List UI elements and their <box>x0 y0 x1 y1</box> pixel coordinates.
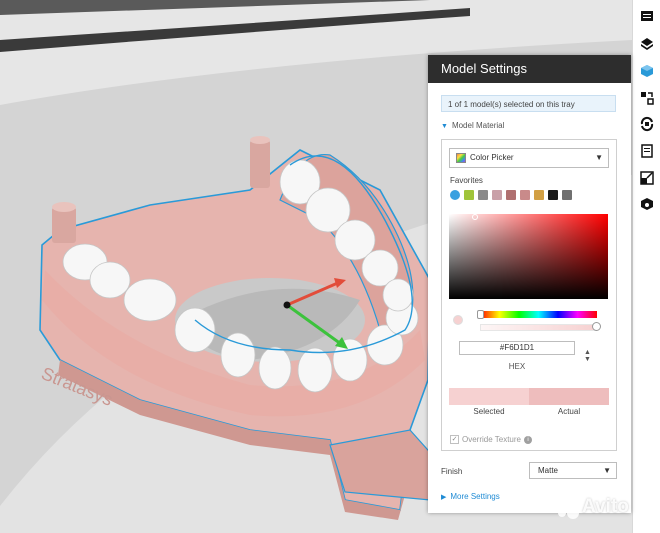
favorite-swatch[interactable] <box>548 190 558 200</box>
material-box: Color Picker ▼ Favorites #F6D1D1 HEX ▲▼ <box>441 139 617 451</box>
model-settings-panel: Model Settings 1 of 1 model(s) selected … <box>428 55 631 513</box>
layers-icon[interactable] <box>637 6 657 26</box>
caret-down-icon: ▼ <box>603 466 611 475</box>
override-texture-label: Override Texture <box>462 435 521 444</box>
rotate-icon[interactable] <box>637 114 657 134</box>
caret-down-icon: ▼ <box>595 153 603 162</box>
more-settings-link[interactable]: ▶ More Settings <box>441 492 500 501</box>
watermark-text: Avito <box>582 496 629 517</box>
favorite-swatch[interactable] <box>562 190 572 200</box>
actual-color-swatch <box>529 388 609 405</box>
favorite-swatch[interactable] <box>520 190 530 200</box>
color-picker-icon <box>456 153 466 163</box>
picker-cursor[interactable] <box>472 214 478 220</box>
chevron-right-icon: ▶ <box>441 494 447 501</box>
panel-title: Model Settings <box>428 55 631 83</box>
checkbox-icon[interactable]: ✓ <box>450 435 459 445</box>
more-settings-label: More Settings <box>450 492 500 501</box>
selected-label: Selected <box>473 407 505 416</box>
finish-label: Finish <box>441 467 463 476</box>
favorite-swatch[interactable] <box>464 190 474 200</box>
hue-slider-handle[interactable] <box>477 310 484 319</box>
saturation-value-picker[interactable] <box>449 214 608 299</box>
info-icon[interactable]: i <box>524 435 532 444</box>
avito-logo-icon <box>556 496 579 519</box>
alpha-slider-handle[interactable] <box>592 322 601 331</box>
notes-icon[interactable] <box>637 141 657 161</box>
favorite-swatch[interactable] <box>492 190 502 200</box>
hex-label: HEX <box>508 362 526 371</box>
color-mode-value: Color Picker <box>470 153 514 162</box>
format-toggle-icon[interactable]: ▲ ▼ <box>584 349 591 363</box>
section-label: Model Material <box>451 121 505 130</box>
finish-value: Matte <box>538 466 559 475</box>
right-toolbar <box>632 0 660 533</box>
tray-icon[interactable] <box>637 34 657 54</box>
favorite-swatch[interactable] <box>534 190 544 200</box>
alpha-slider[interactable] <box>480 324 597 331</box>
model-icon[interactable] <box>637 61 657 81</box>
hex-input[interactable]: #F6D1D1 <box>459 341 575 355</box>
color-mode-dropdown[interactable]: Color Picker ▼ <box>449 148 609 168</box>
selection-info: 1 of 1 model(s) selected on this tray <box>441 95 616 112</box>
color-compare: Selected Actual <box>449 388 609 416</box>
favorites-label: Favorites <box>450 176 483 185</box>
favorite-swatch[interactable] <box>506 190 516 200</box>
material-icon[interactable] <box>637 194 657 214</box>
color-preview-dot <box>453 315 463 325</box>
favorite-swatch[interactable] <box>478 190 488 200</box>
avito-watermark: Avito <box>553 492 649 522</box>
chevron-down-icon: ▼ <box>441 123 448 130</box>
hue-slider[interactable] <box>480 311 597 318</box>
selected-color-swatch <box>449 388 529 405</box>
arrange-icon[interactable] <box>637 88 657 108</box>
override-texture-option[interactable]: ✓ Override Texture i <box>450 435 532 445</box>
model-material-section[interactable]: ▼ Model Material <box>441 121 504 130</box>
actual-label: Actual <box>557 407 581 416</box>
finish-dropdown[interactable]: Matte ▼ <box>529 462 617 479</box>
add-favorite-button[interactable] <box>450 190 460 200</box>
scale-icon[interactable] <box>637 168 657 188</box>
